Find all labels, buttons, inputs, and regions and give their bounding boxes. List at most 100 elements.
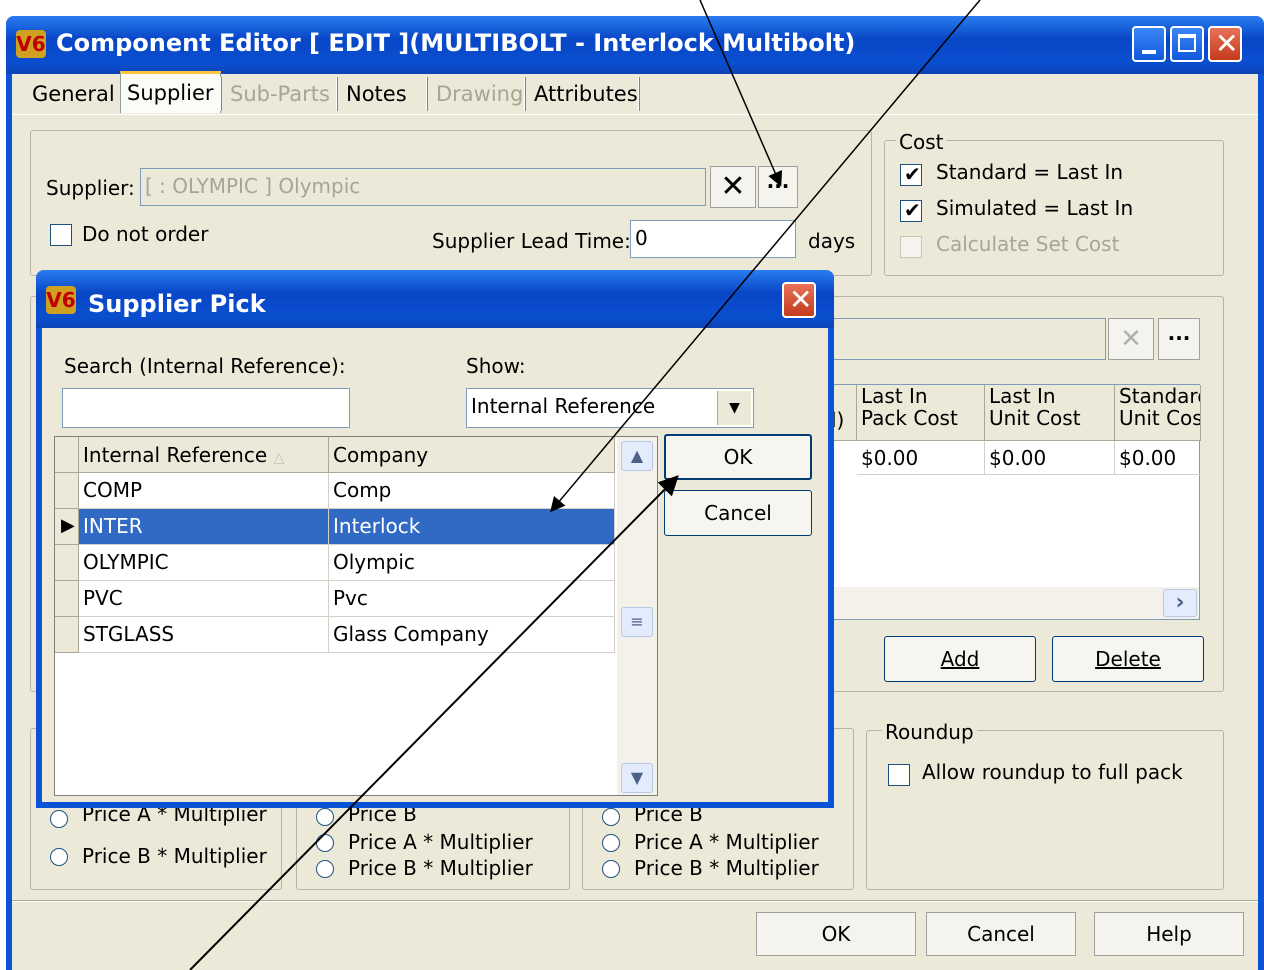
chevron-down-icon[interactable]: ▼ — [717, 391, 751, 425]
scroll-thumb[interactable]: ≡ — [621, 607, 653, 637]
pricing-header-standard-unit-cost: Standard Unit Cos — [1115, 385, 1201, 441]
row-header[interactable] — [55, 617, 79, 653]
grid-cell-ref[interactable]: COMP — [79, 473, 329, 509]
window-titlebar[interactable]: V6 Component Editor [ EDIT ](MULTIBOLT -… — [6, 16, 1264, 74]
close-icon: ✕ — [1215, 27, 1239, 60]
price-b-multiplier-label: Price B * Multiplier — [82, 844, 267, 868]
price-b-radio[interactable] — [316, 808, 334, 826]
price-a-multiplier-label: Price A * Multiplier — [634, 830, 819, 854]
grid-corner — [55, 437, 79, 473]
price-a-multiplier-label: Price A * Multiplier — [348, 830, 533, 854]
grid-cell-company[interactable]: Pvc — [329, 581, 615, 617]
scroll-right-button[interactable]: › — [1163, 589, 1197, 617]
tab-separator — [524, 77, 526, 111]
price-a-multiplier-radio[interactable] — [316, 834, 334, 852]
calculate-set-cost-checkbox[interactable] — [900, 236, 922, 258]
price-b-multiplier-radio[interactable] — [50, 848, 68, 866]
current-row-icon: ▶ — [61, 515, 75, 536]
grid-cell-ref[interactable]: PVC — [79, 581, 329, 617]
grid-cell-company[interactable]: Olympic — [329, 545, 615, 581]
horizontal-scrollbar[interactable]: › — [827, 587, 1199, 619]
row-header[interactable]: ▶ — [55, 509, 79, 545]
grid-cell-ref[interactable]: OLYMPIC — [79, 545, 329, 581]
cost-legend: Cost — [896, 130, 947, 154]
clear-supplier-button[interactable]: ✕ — [710, 166, 756, 208]
tab-general[interactable]: General — [26, 75, 121, 113]
dialog-titlebar[interactable]: V6 Supplier Pick ✕ — [36, 270, 834, 328]
simulated-last-in-checkbox[interactable]: ✔ — [900, 198, 922, 222]
tab-sub-parts[interactable]: Sub-Parts — [224, 75, 336, 113]
price-a-multiplier-radio[interactable] — [50, 810, 68, 828]
column-header-internal-reference[interactable]: Internal Reference △ — [79, 437, 329, 473]
dialog-ok-button[interactable]: OK — [664, 434, 812, 480]
add-button[interactable]: Add — [884, 636, 1036, 682]
delete-button[interactable]: Delete — [1052, 636, 1204, 682]
allow-roundup-checkbox[interactable] — [888, 764, 910, 786]
minimize-button[interactable] — [1132, 26, 1166, 62]
close-icon: ✕ — [789, 283, 813, 316]
search-input[interactable] — [62, 388, 350, 428]
close-button[interactable]: ✕ — [1208, 26, 1242, 62]
tab-attributes[interactable]: Attributes — [528, 75, 644, 113]
pricing-cell: $0.00 — [985, 441, 1115, 475]
pricing-header-last-in-unit-cost: Last In Unit Cost — [985, 385, 1115, 441]
pricing-cell: $0.00 — [857, 441, 985, 475]
pricing-supplier-field[interactable] — [826, 318, 1106, 360]
scroll-up-button[interactable]: ▲ — [621, 441, 653, 471]
price-b-multiplier-label: Price B * Multiplier — [634, 856, 819, 880]
grid-cell-ref[interactable]: INTER — [79, 509, 329, 545]
price-b-multiplier-radio[interactable] — [316, 860, 334, 878]
supplier-field[interactable]: [ : OLYMPIC ] Olympic — [140, 168, 706, 206]
scroll-down-button[interactable]: ▼ — [621, 763, 653, 793]
ok-button[interactable]: OK — [756, 912, 916, 956]
maximize-icon — [1178, 34, 1196, 52]
app-icon: V6 — [46, 286, 76, 314]
tab-separator — [336, 77, 338, 111]
tab-separator — [426, 77, 428, 111]
tab-drawing[interactable]: Drawing — [430, 75, 529, 113]
do-not-order-checkbox[interactable] — [50, 224, 72, 246]
row-header[interactable] — [55, 473, 79, 509]
grid-cell-ref[interactable]: STGLASS — [79, 617, 329, 653]
tab-notes[interactable]: Notes — [340, 75, 413, 113]
price-b-radio[interactable] — [602, 808, 620, 826]
row-header[interactable] — [55, 545, 79, 581]
dialog-close-button[interactable]: ✕ — [782, 282, 816, 318]
supplier-label: Supplier: — [46, 176, 135, 200]
supplier-grid[interactable]: Internal Reference △ Company COMP Comp ▶… — [54, 436, 658, 796]
help-button[interactable]: Help — [1094, 912, 1244, 956]
minimize-icon — [1142, 50, 1156, 54]
browse-supplier-button[interactable]: ··· — [758, 166, 798, 208]
row-header[interactable] — [55, 581, 79, 617]
lead-time-unit: days — [808, 229, 856, 253]
app-icon: V6 — [16, 30, 46, 58]
pricing-cell: $0.00 — [1115, 441, 1201, 475]
price-b-multiplier-label: Price B * Multiplier — [348, 856, 533, 880]
chevron-down-icon: ▼ — [630, 768, 644, 787]
show-select[interactable]: Internal Reference ▼ — [466, 388, 754, 428]
price-b-multiplier-radio[interactable] — [602, 860, 620, 878]
show-label: Show: — [466, 354, 526, 378]
lead-time-input[interactable]: 0 — [630, 220, 796, 258]
dialog-cancel-button[interactable]: Cancel — [664, 490, 812, 536]
grid-cell-company[interactable]: Comp — [329, 473, 615, 509]
vertical-scrollbar[interactable]: ▲ ≡ ▼ — [617, 437, 657, 795]
price-a-multiplier-radio[interactable] — [602, 834, 620, 852]
do-not-order-label: Do not order — [82, 222, 209, 246]
chevron-right-icon: › — [1175, 590, 1185, 615]
pricing-clear-button[interactable]: ✕ — [1108, 318, 1154, 360]
grid-cell-company[interactable]: Glass Company — [329, 617, 615, 653]
maximize-button[interactable] — [1170, 26, 1204, 62]
pricing-browse-button[interactable]: ··· — [1158, 318, 1200, 360]
pricing-table[interactable]: l) Last In Pack Cost Last In Unit Cost S… — [826, 384, 1201, 620]
standard-last-in-checkbox[interactable]: ✔ — [900, 162, 922, 186]
roundup-group — [866, 730, 1224, 890]
tab-supplier[interactable]: Supplier — [120, 71, 221, 113]
tab-strip: General Supplier Sub-Parts Notes Drawing… — [24, 71, 644, 114]
bottom-divider — [12, 900, 1258, 902]
tab-separator — [220, 77, 222, 111]
column-header-company[interactable]: Company — [329, 437, 615, 473]
grid-cell-company[interactable]: Interlock — [329, 509, 615, 545]
dialog-title: Supplier Pick — [88, 290, 266, 318]
cancel-button[interactable]: Cancel — [926, 912, 1076, 956]
